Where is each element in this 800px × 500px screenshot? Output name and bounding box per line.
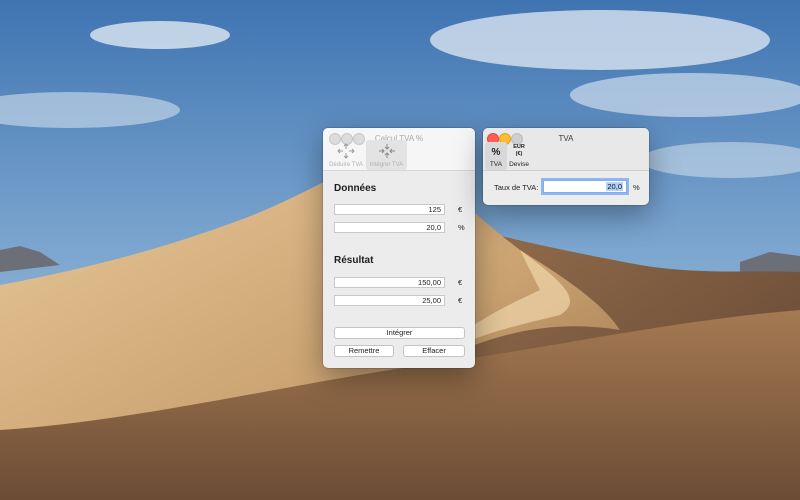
amount-unit: € [458,205,463,214]
donnees-heading: Données [334,183,377,194]
tva-rate-label: Taux de TVA: [494,183,539,192]
tva-rate-unit: % [633,183,640,192]
total-field: 150,00 [334,277,445,288]
tva-window: TVA % TVA EUR (€) Devise Taux de TVA: 20… [483,128,649,205]
tva-rate-input[interactable]: 20,0 [543,180,627,193]
tab-label: Devise [509,161,529,168]
toolbar-label: Intégrer TVA [369,162,404,168]
tab-tva[interactable]: % TVA [485,142,507,170]
selected-text: 20,0 [606,182,623,191]
percent-icon: % [491,147,501,158]
resultat-heading: Résultat [334,255,374,266]
rate-unit: % [458,223,465,232]
tax-unit: € [458,296,463,305]
remettre-button[interactable]: Remettre [334,345,394,357]
tab-devise[interactable]: EUR (€) Devise [507,142,531,170]
currency-symbol: (€) [515,151,523,157]
toolbar-integrer-tva[interactable]: Intégrer TVA [366,140,407,170]
integrer-button[interactable]: Intégrer [334,327,465,339]
toolbar-label: Déduire TVA [329,162,363,168]
tab-label: TVA [489,161,503,168]
currency-code: EUR [513,144,525,150]
calc-window: Calcul TVA % Déduire TVA Intégrer TVA Do… [323,128,475,368]
rate-input[interactable]: 20,0 [334,222,445,233]
calc-toolbar: Déduire TVA Intégrer TVA [323,140,475,171]
currency-icon: EUR (€) [507,144,531,158]
arrows-out-icon [337,143,355,159]
tva-toolbar: % TVA EUR (€) Devise [483,142,649,171]
total-unit: € [458,278,463,287]
amount-input[interactable]: 125 [334,204,445,215]
effacer-button[interactable]: Effacer [403,345,465,357]
arrows-in-icon [378,144,395,158]
toolbar-deduire-tva[interactable]: Déduire TVA [326,140,366,170]
tax-field: 25,00 [334,295,445,306]
